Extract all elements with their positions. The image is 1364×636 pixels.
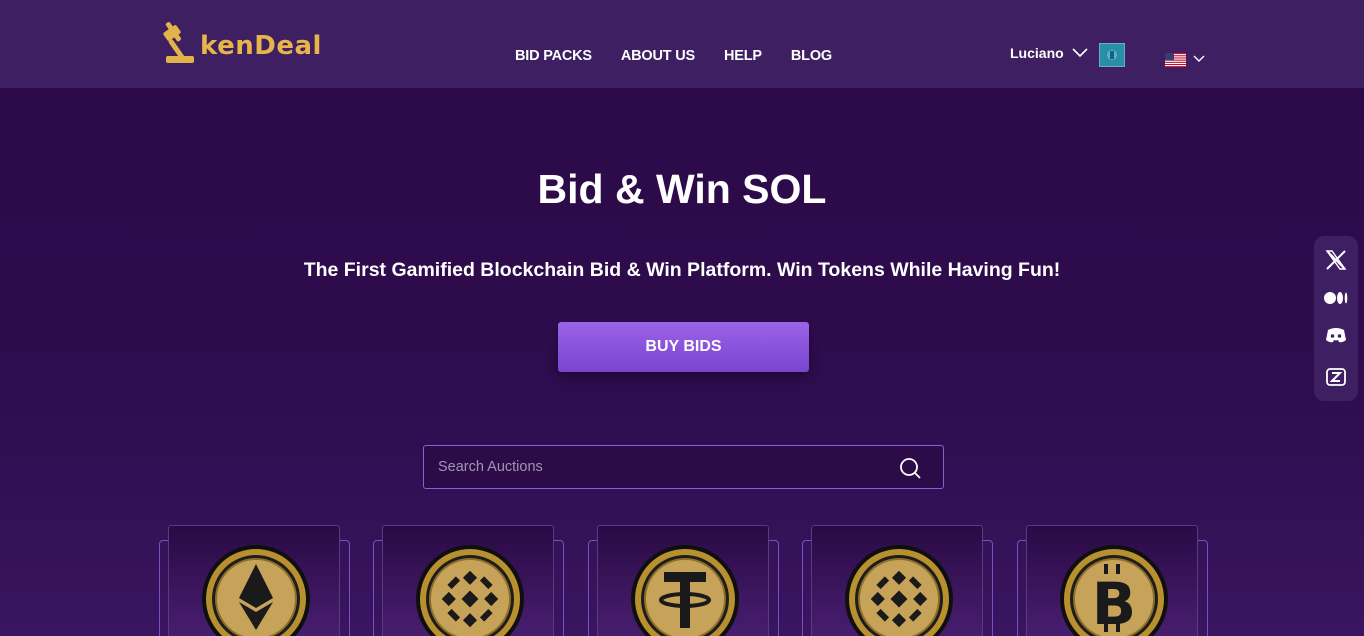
brand-logo[interactable]: kenDeal — [162, 18, 322, 68]
nav-about-us[interactable]: ABOUT US — [621, 48, 695, 64]
svg-text:B: B — [1092, 570, 1136, 636]
gavel-icon — [163, 22, 194, 63]
card-body — [597, 525, 769, 636]
auction-card[interactable] — [802, 525, 993, 636]
ethereum-coin-icon — [202, 545, 310, 636]
hero-subtitle: The First Gamified Blockchain Bid & Win … — [303, 259, 1061, 281]
auction-card[interactable]: B — [1017, 525, 1208, 636]
nav-help[interactable]: HELP — [724, 48, 762, 64]
user-name: Luciano — [1010, 45, 1064, 61]
page: kenDeal BID PACKS ABOUT US HELP BLOG Luc… — [0, 0, 1364, 636]
medium-icon[interactable] — [1324, 286, 1348, 310]
brand-name: kenDeal — [200, 31, 322, 61]
nav-bid-packs[interactable]: BID PACKS — [515, 48, 592, 64]
auction-card[interactable] — [588, 525, 779, 636]
hero-title: Bid & Win SOL — [537, 166, 827, 212]
social-sidebar — [1314, 236, 1358, 401]
language-chevron-icon[interactable] — [1193, 55, 1205, 63]
card-body — [811, 525, 983, 636]
user-avatar-icon — [1107, 50, 1117, 60]
top-header: kenDeal BID PACKS ABOUT US HELP BLOG Luc… — [0, 0, 1364, 88]
card-body — [382, 525, 554, 636]
search-input[interactable] — [438, 446, 888, 487]
zealy-icon[interactable] — [1324, 364, 1348, 388]
nav-blog[interactable]: BLOG — [791, 48, 832, 64]
buy-bids-button[interactable]: BUY BIDS — [558, 322, 809, 372]
discord-icon[interactable] — [1324, 323, 1348, 347]
avatar[interactable] — [1099, 43, 1125, 67]
search-bar — [423, 445, 944, 489]
auction-card[interactable] — [373, 525, 564, 636]
bitcoin-coin-icon: B — [1060, 545, 1168, 636]
search-icon[interactable] — [899, 457, 921, 479]
card-body: B — [1026, 525, 1198, 636]
card-body — [168, 525, 340, 636]
binance-coin-icon — [845, 545, 953, 636]
tether-coin-icon — [631, 545, 739, 636]
main-nav: BID PACKS ABOUT US HELP BLOG — [515, 48, 861, 64]
auction-card[interactable] — [159, 525, 350, 636]
chevron-down-icon — [1072, 48, 1088, 58]
x-icon[interactable] — [1324, 248, 1348, 272]
us-flag-icon[interactable] — [1165, 53, 1186, 67]
binance-coin-icon — [416, 545, 524, 636]
user-menu[interactable]: Luciano — [1010, 45, 1088, 61]
